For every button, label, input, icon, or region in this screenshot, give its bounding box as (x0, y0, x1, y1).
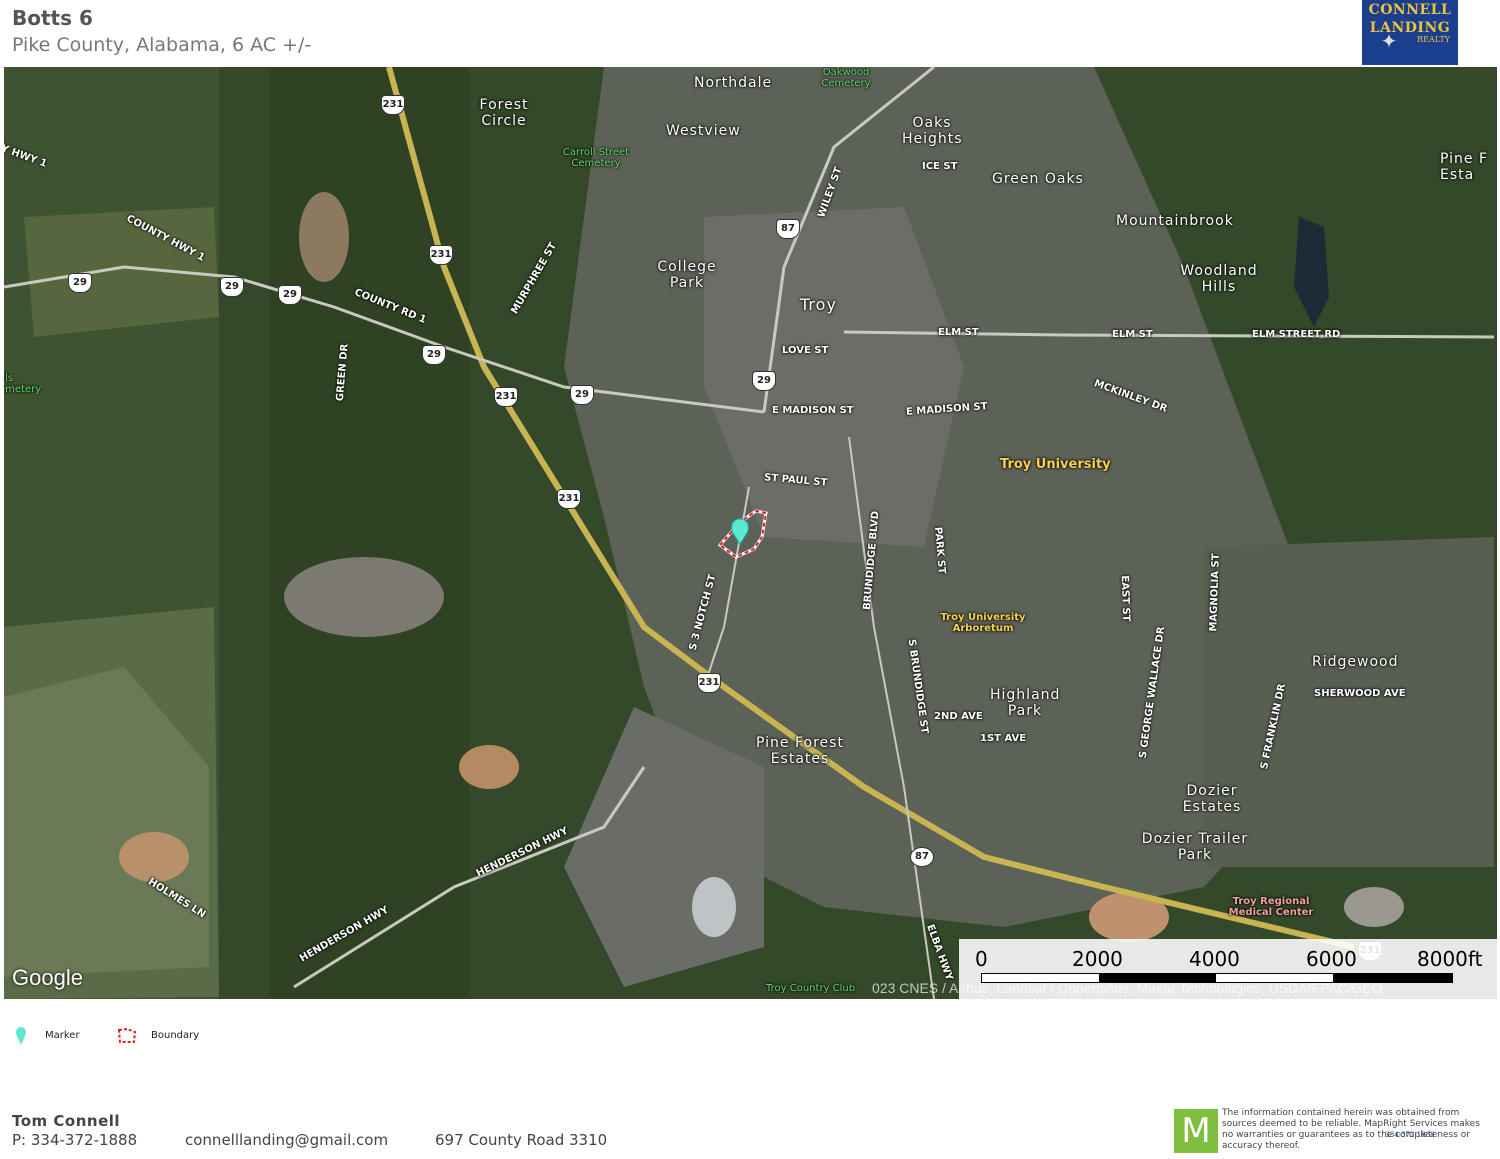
agent-phone: P: 334-372-1888 (12, 1131, 138, 1149)
street-label: SHERWOOD AVE (1314, 688, 1406, 699)
street-label: LOVE ST (782, 345, 829, 356)
place-label: Oaks Heights (902, 115, 963, 147)
place-label: Woodland Hills (1180, 263, 1258, 295)
google-logo: Google (12, 965, 83, 990)
route-shield: 231 (381, 95, 405, 115)
compass-icon: ✦ (1380, 29, 1398, 53)
place-label: Dozier Trailer Park (1141, 831, 1249, 863)
place-label: Troy (800, 295, 837, 314)
place-label: Dozier Estates (1182, 783, 1242, 815)
logo-line3: REALTY (1417, 35, 1450, 44)
agent-email[interactable]: connelllanding@gmail.com (185, 1131, 388, 1149)
place-label: Westview (666, 123, 741, 139)
place-label: Ridgewood (1312, 654, 1399, 670)
place-label: Highland Park (990, 687, 1061, 719)
route-shield: 29 (68, 273, 92, 293)
legend-marker-label: Marker (45, 1030, 80, 1041)
street-label: 1ST AVE (980, 733, 1027, 744)
street-label: ELM ST (938, 327, 979, 338)
mapright-logo: M (1174, 1109, 1218, 1153)
place-label: Northdale (694, 75, 773, 91)
route-shield: 231 (697, 673, 721, 693)
place-label: Mountainbrook (1116, 213, 1234, 229)
place-label: Forest Circle (479, 97, 529, 129)
boundary-legend-icon (117, 1028, 137, 1043)
route-shield: 29 (220, 277, 244, 297)
poi-label: Carroll Street Cemetery (562, 147, 630, 169)
route-shield: 87 (776, 219, 800, 239)
route-shield: 29 (570, 385, 594, 405)
street-label: E MADISON ST (772, 405, 854, 416)
agent-address: 697 County Road 3310 (435, 1131, 608, 1149)
route-shield: 87 (910, 847, 934, 867)
scale-tick: 4000 (1189, 947, 1240, 971)
satellite-map[interactable]: Northdale Forest Circle Westview Oaks He… (4, 67, 1497, 999)
route-shield: 29 (278, 285, 302, 305)
scale-bar: 0 2000 4000 6000 8000ft (959, 939, 1497, 999)
poi-label: Troy Regional Medical Center (1228, 896, 1314, 918)
scale-tick: 2000 (1072, 947, 1123, 971)
poi-label: Troy Country Club (766, 983, 856, 994)
logo-line1: CONNELL (1368, 2, 1452, 18)
place-label: Pine F Esta (1440, 151, 1489, 183)
scale-bar-graphic (981, 973, 1453, 983)
map-imagery (4, 67, 1497, 999)
street-label: ELM ST (1112, 329, 1153, 340)
place-label: Green Oaks (992, 171, 1084, 187)
street-label: EAST ST (1118, 575, 1132, 622)
street-label: ICE ST (922, 161, 958, 172)
route-shield: 29 (752, 371, 776, 391)
route-shield: 231 (557, 489, 581, 509)
logo-line2: LANDING (1369, 20, 1451, 36)
street-label: 2ND AVE (934, 711, 983, 722)
place-label: College Park (657, 259, 717, 291)
page-subtitle: Pike County, Alabama, 6 AC +/- (12, 34, 312, 56)
place-label: Pine Forest Estates (756, 735, 844, 767)
marker-legend-icon (16, 1027, 26, 1045)
legend-boundary-label: Boundary (151, 1030, 200, 1041)
poi-label: Hills Cemetery (4, 373, 42, 395)
poi-label: Oakwood Cemetery (821, 67, 871, 89)
page-title: Botts 6 (12, 6, 93, 30)
scale-tick: 8000ft (1417, 947, 1483, 971)
scale-tick: 6000 (1306, 947, 1357, 971)
street-label: ELM STREET RD (1252, 329, 1341, 340)
poi-label: Troy University Arboretum (940, 612, 1026, 634)
poi-label: Troy University (1000, 457, 1111, 472)
scale-tick: 0 (975, 947, 988, 971)
disclaimer-text: The information contained herein was obt… (1222, 1108, 1480, 1151)
company-logo: CONNELL LANDING REALTY ✦ 334-372-1888 (1362, 0, 1458, 1139)
route-shield: 29 (422, 345, 446, 365)
agent-name: Tom Connell (12, 1112, 121, 1130)
route-shield: 231 (429, 245, 453, 265)
route-shield: 231 (494, 387, 518, 407)
